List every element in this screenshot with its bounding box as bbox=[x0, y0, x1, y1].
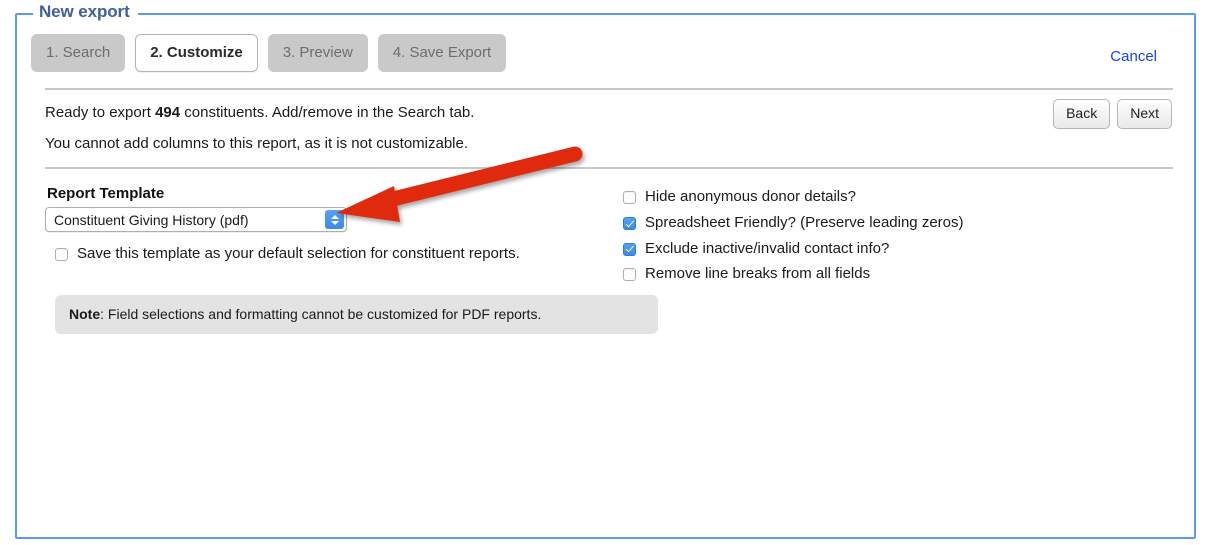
next-button[interactable]: Next bbox=[1117, 99, 1172, 130]
export-count-line: Ready to export 494 constituents. Add/re… bbox=[45, 104, 1178, 122]
option-row-exclude-inactive[interactable]: Exclude inactive/invalid contact info? bbox=[623, 240, 1178, 259]
export-summary-block: Ready to export 494 constituents. Add/re… bbox=[31, 90, 1178, 153]
export-count-suffix: constituents. Add/remove in the Search t… bbox=[180, 104, 475, 121]
save-default-template-checkbox[interactable] bbox=[55, 248, 68, 261]
spreadsheet-friendly-label[interactable]: Spreadsheet Friendly? (Preserve leading … bbox=[645, 214, 964, 233]
chevron-up-icon bbox=[330, 214, 339, 219]
option-row-hide-anonymous[interactable]: Hide anonymous donor details? bbox=[623, 188, 1178, 207]
spreadsheet-friendly-checkbox[interactable] bbox=[623, 216, 636, 230]
report-template-label: Report Template bbox=[47, 185, 165, 202]
hide-anonymous-donor-label[interactable]: Hide anonymous donor details? bbox=[645, 188, 856, 207]
panel-body: 1. Search 2. Customize 3. Preview 4. Sav… bbox=[17, 15, 1194, 537]
pdf-note-box: Note: Field selections and formatting ca… bbox=[55, 294, 658, 334]
hide-anonymous-donor-checkbox[interactable] bbox=[623, 191, 636, 204]
pdf-note-prefix: Note bbox=[69, 305, 101, 322]
pdf-note-text: : Field selections and formatting cannot… bbox=[100, 305, 542, 322]
exclude-inactive-contact-label[interactable]: Exclude inactive/invalid contact info? bbox=[645, 240, 889, 259]
exclude-inactive-contact-checkbox[interactable] bbox=[623, 242, 636, 256]
tab-save-export-label: 4. Save Export bbox=[392, 44, 492, 61]
save-default-template-label[interactable]: Save this template as your default selec… bbox=[77, 245, 520, 264]
tab-customize[interactable]: 2. Customize bbox=[135, 34, 258, 72]
export-count-prefix: Ready to export bbox=[45, 104, 156, 121]
cancel-link[interactable]: Cancel bbox=[1110, 48, 1157, 65]
remove-line-breaks-checkbox[interactable] bbox=[623, 268, 636, 282]
tab-customize-label: 2. Customize bbox=[150, 44, 243, 61]
option-row-spreadsheet-friendly[interactable]: Spreadsheet Friendly? (Preserve leading … bbox=[623, 214, 1178, 233]
wizard-tabs: 1. Search 2. Customize 3. Preview 4. Sav… bbox=[31, 34, 1178, 72]
chevron-updown-icon[interactable] bbox=[325, 210, 344, 229]
tab-search-label: 1. Search bbox=[46, 44, 111, 61]
tab-save-export[interactable]: 4. Save Export bbox=[377, 34, 507, 72]
option-row-remove-line-breaks[interactable]: Remove line breaks from all fields bbox=[623, 265, 1178, 284]
new-export-panel: New export 1. Search 2. Customize 3. Pre… bbox=[15, 2, 1196, 539]
report-template-column: Report Template Constituent Giving Histo… bbox=[45, 185, 658, 334]
tab-preview-label: 3. Preview bbox=[282, 44, 353, 61]
customize-options: Report Template Constituent Giving Histo… bbox=[31, 169, 1178, 334]
tab-search[interactable]: 1. Search bbox=[31, 34, 126, 72]
chevron-down-icon bbox=[330, 220, 339, 225]
save-default-template-row[interactable]: Save this template as your default selec… bbox=[55, 245, 623, 264]
tab-preview[interactable]: 3. Preview bbox=[267, 34, 368, 72]
report-template-select[interactable]: Constituent Giving History (pdf) bbox=[45, 207, 347, 232]
wizard-nav-buttons: Back Next bbox=[1053, 99, 1172, 130]
export-options-column: Hide anonymous donor details? Spreadshee… bbox=[623, 185, 1178, 334]
not-customizable-line: You cannot add columns to this report, a… bbox=[45, 135, 469, 152]
remove-line-breaks-label[interactable]: Remove line breaks from all fields bbox=[645, 265, 870, 284]
report-template-selected-value: Constituent Giving History (pdf) bbox=[54, 212, 249, 228]
back-button[interactable]: Back bbox=[1053, 99, 1111, 130]
wizard-tab-row: 1. Search 2. Customize 3. Preview 4. Sav… bbox=[31, 31, 1178, 74]
export-count-value: 494 bbox=[155, 104, 181, 121]
